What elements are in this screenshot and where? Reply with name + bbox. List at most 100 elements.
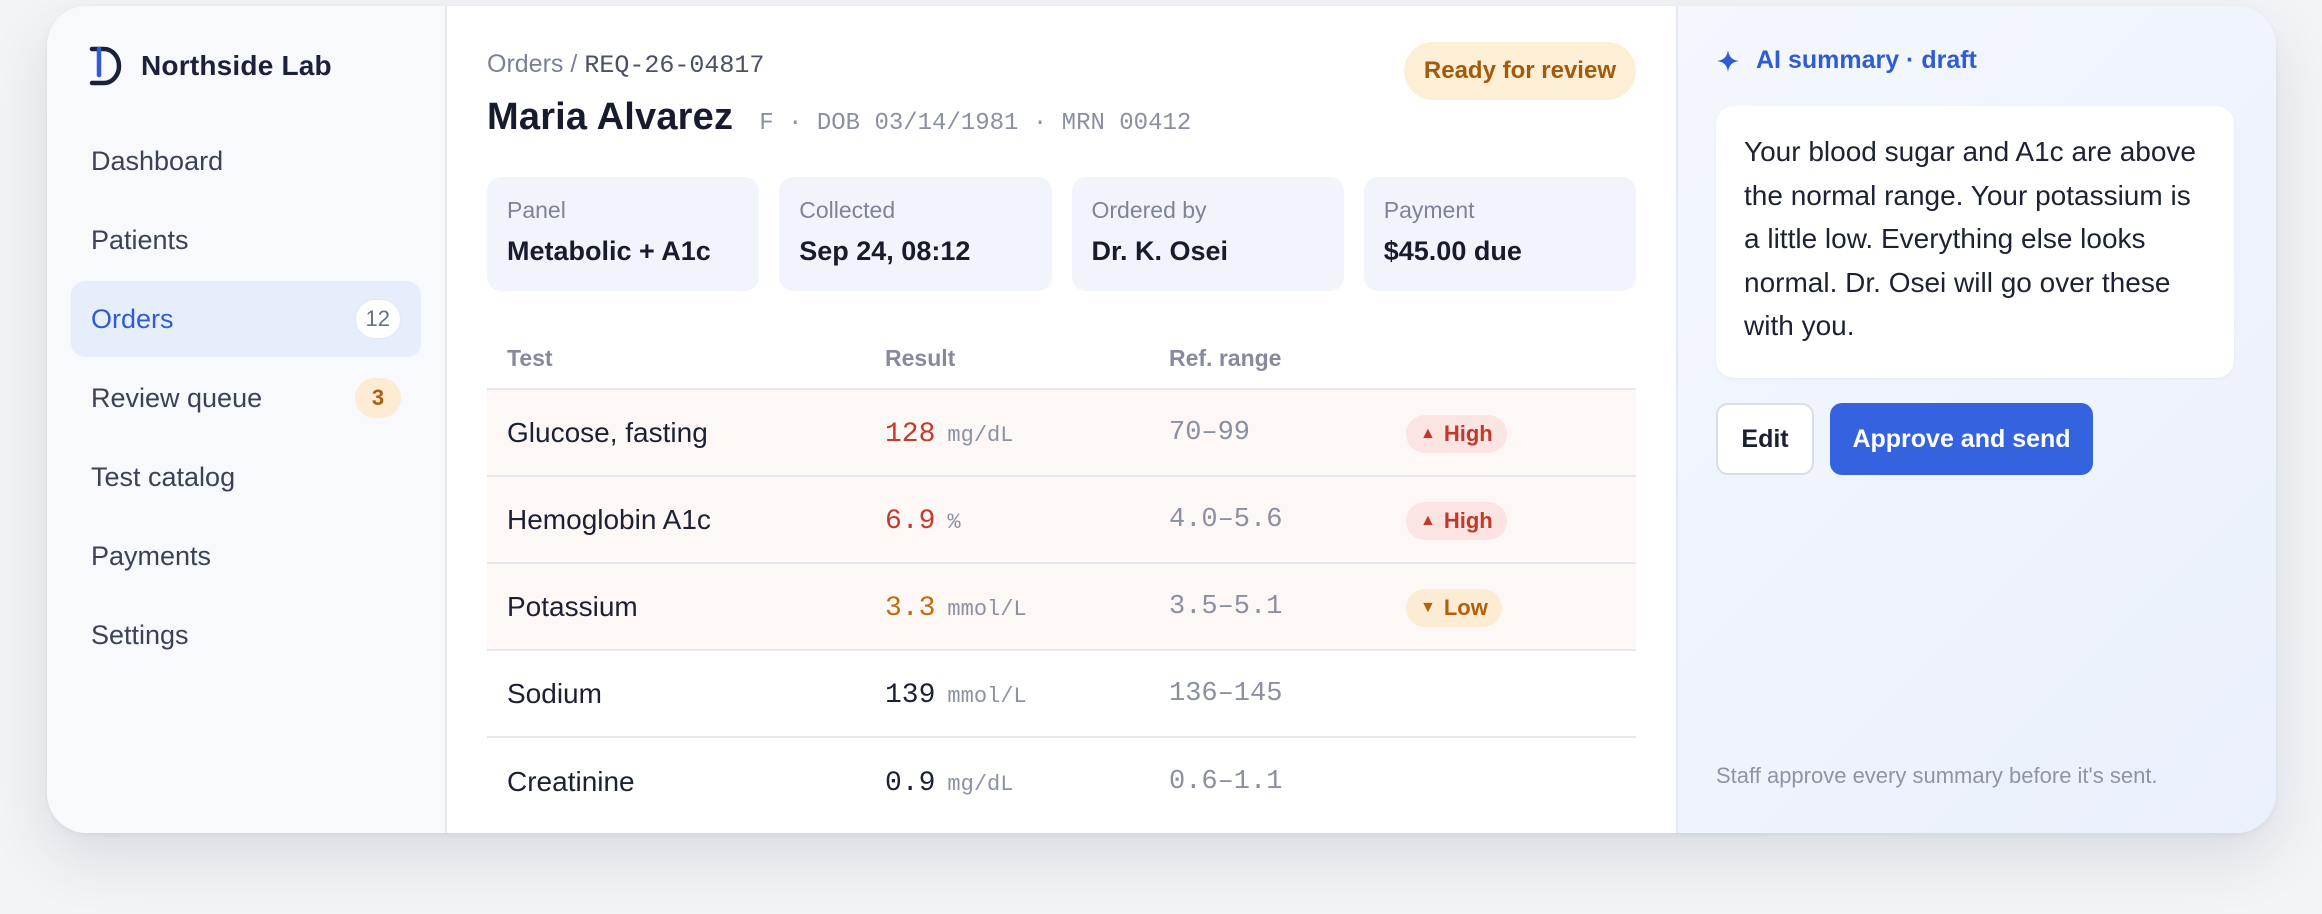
- table-row[interactable]: Creatinine 0.9 mg/dL 0.6–1.1: [487, 738, 1636, 825]
- order-id: REQ-26-04817: [584, 51, 765, 80]
- flag-cell: ▲ High: [1406, 413, 1636, 453]
- patient-meta: F · DOB 03/14/1981 · MRN 00412: [759, 110, 1192, 137]
- info-card-panel: Panel Metabolic + A1c: [487, 177, 760, 291]
- sidebar-item-payments[interactable]: Payments: [71, 518, 421, 594]
- order-info-cards: Panel Metabolic + A1c Collected Sep 24, …: [487, 177, 1636, 291]
- result-unit: mmol/L: [947, 683, 1027, 709]
- table-row[interactable]: Sodium 139 mmol/L 136–145: [487, 651, 1636, 738]
- flag-badge: ▲ High: [1406, 501, 1507, 540]
- column-header-range: Ref. range: [1169, 344, 1282, 371]
- sidebar-item-orders[interactable]: Orders 12: [71, 281, 421, 357]
- result-unit: mg/dL: [947, 771, 1014, 797]
- result-value: 139: [885, 679, 936, 711]
- breadcrumb-orders-link[interactable]: Orders: [487, 50, 563, 79]
- result-value: 128: [885, 418, 936, 450]
- sidebar-item-label: Review queue: [91, 382, 263, 413]
- reference-range: 3.5–5.1: [1169, 591, 1283, 622]
- breadcrumb-separator: /: [570, 50, 578, 78]
- sidebar-item-label: Patients: [91, 224, 189, 255]
- flag-label: High: [1443, 420, 1493, 446]
- reference-range: 70–99: [1169, 417, 1251, 448]
- review-queue-badge: 3: [355, 378, 401, 418]
- arrow-down-icon: ▼: [1420, 598, 1436, 616]
- result-cell: 3.3 mmol/L: [885, 590, 1169, 624]
- result-value: 3.3: [885, 592, 936, 624]
- patient-header: Maria Alvarez F · DOB 03/14/1981 · MRN 0…: [487, 96, 1191, 139]
- sidebar-item-label: Settings: [91, 619, 189, 650]
- sidebar-item-label: Orders: [91, 303, 174, 334]
- info-card-payment: Payment $45.00 due: [1363, 177, 1636, 291]
- info-card-value: Sep 24, 08:12: [799, 236, 971, 266]
- test-name: Glucose, fasting: [507, 416, 708, 448]
- result-value: 0.9: [885, 767, 936, 799]
- flag-label: High: [1443, 507, 1493, 533]
- approval-footnote: Staff approve every summary before it's …: [1716, 763, 2158, 788]
- result-unit: mmol/L: [947, 596, 1027, 622]
- table-row[interactable]: Potassium 3.3 mmol/L 3.5–5.1 ▼ Low: [487, 564, 1636, 651]
- info-card-label: Payment: [1383, 197, 1475, 223]
- ai-summary-actions: Edit Approve and send: [1716, 403, 2093, 475]
- result-cell: 139 mmol/L: [885, 677, 1169, 711]
- column-header-result: Result: [885, 344, 956, 371]
- arrow-up-icon: ▲: [1420, 511, 1436, 529]
- app-window: Northside Lab Dashboard Patients Orders …: [47, 6, 2276, 833]
- sidebar-item-test-catalog[interactable]: Test catalog: [71, 439, 421, 515]
- info-card-value: Metabolic + A1c: [507, 236, 711, 266]
- test-name: Potassium: [507, 590, 638, 622]
- orders-count-badge: 12: [354, 299, 401, 339]
- sidebar-item-review-queue[interactable]: Review queue 3: [71, 360, 421, 436]
- sidebar-item-dashboard[interactable]: Dashboard: [71, 123, 421, 199]
- table-row[interactable]: Hemoglobin A1c 6.9% 4.0–5.6 ▲ High: [487, 477, 1636, 564]
- table-row[interactable]: Glucose, fasting 128 mg/dL 70–99 ▲ High: [487, 390, 1636, 477]
- order-detail: Orders / REQ-26-04817 Maria Alvarez F · …: [447, 6, 1676, 833]
- reference-range: 0.6–1.1: [1169, 766, 1283, 797]
- flag-cell: ▼ Low: [1406, 587, 1636, 627]
- ai-summary-text[interactable]: Your blood sugar and A1c are above the n…: [1716, 106, 2234, 378]
- info-card-value: $45.00 due: [1383, 236, 1522, 266]
- sidebar-item-label: Test catalog: [91, 461, 236, 492]
- ai-summary-panel: AI summary · draft Your blood sugar and …: [1676, 6, 2276, 833]
- results-table: Test Result Ref. range Glucose, fasting …: [487, 328, 1636, 825]
- sparkle-icon: [1717, 49, 1739, 72]
- info-card-collected: Collected Sep 24, 08:12: [779, 177, 1052, 291]
- sidebar-nav: Dashboard Patients Orders 12 Review queu…: [71, 123, 421, 676]
- info-card-label: Ordered by: [1091, 197, 1207, 223]
- result-unit: mg/dL: [947, 422, 1014, 448]
- northside-logo-icon: [89, 46, 122, 86]
- status-badge: Ready for review: [1403, 42, 1636, 100]
- ai-summary-title: AI summary · draft: [1756, 46, 1977, 74]
- flag-cell: ▲ High: [1406, 500, 1636, 540]
- info-card-ordered-by: Ordered by Dr. K. Osei: [1071, 177, 1344, 291]
- info-card-label: Panel: [507, 197, 566, 223]
- flag-badge: ▲ High: [1406, 414, 1507, 453]
- approve-and-send-button[interactable]: Approve and send: [1830, 403, 2093, 475]
- sidebar-item-settings[interactable]: Settings: [71, 597, 421, 673]
- brand[interactable]: Northside Lab: [87, 44, 332, 88]
- result-value: 6.9: [885, 505, 936, 537]
- arrow-up-icon: ▲: [1420, 424, 1436, 442]
- reference-range: 136–145: [1169, 678, 1283, 709]
- info-card-value: Dr. K. Osei: [1091, 236, 1229, 266]
- sidebar: Northside Lab Dashboard Patients Orders …: [47, 6, 447, 833]
- ai-summary-header: AI summary · draft: [1716, 46, 1977, 75]
- column-header-test: Test: [507, 344, 553, 371]
- reference-range: 4.0–5.6: [1169, 504, 1283, 535]
- result-cell: 0.9 mg/dL: [885, 765, 1169, 799]
- sidebar-item-label: Payments: [91, 540, 212, 571]
- edit-button[interactable]: Edit: [1716, 403, 1814, 475]
- test-name: Creatinine: [507, 765, 635, 797]
- sidebar-item-patients[interactable]: Patients: [71, 202, 421, 278]
- result-cell: 6.9%: [885, 503, 1169, 537]
- result-unit: %: [947, 509, 961, 535]
- test-name: Hemoglobin A1c: [507, 503, 711, 535]
- patient-name: Maria Alvarez: [487, 96, 734, 138]
- breadcrumb: Orders / REQ-26-04817: [487, 50, 764, 80]
- sidebar-item-label: Dashboard: [91, 145, 224, 176]
- brand-name: Northside Lab: [141, 50, 332, 81]
- flag-badge: ▼ Low: [1406, 588, 1502, 627]
- results-header-row: Test Result Ref. range: [487, 328, 1636, 390]
- test-name: Sodium: [507, 677, 602, 709]
- result-cell: 128 mg/dL: [885, 416, 1169, 450]
- flag-label: Low: [1443, 594, 1488, 620]
- info-card-label: Collected: [799, 197, 896, 223]
